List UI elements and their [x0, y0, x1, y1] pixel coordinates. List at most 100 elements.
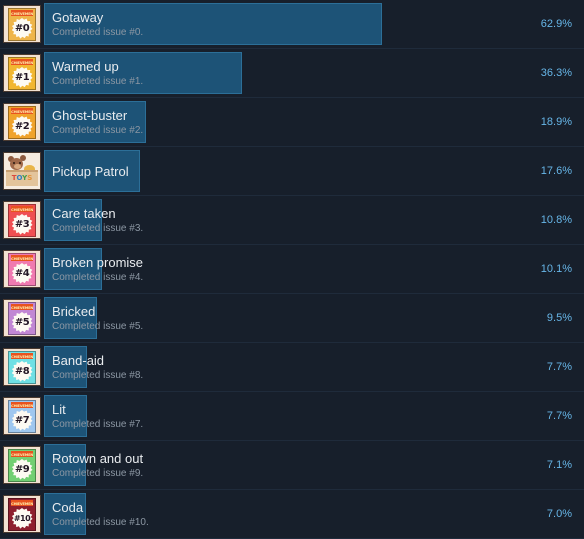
achievement-body: Care taken Completed issue #3. 10.8% — [44, 196, 584, 244]
achievement-name: Ghost-buster — [52, 107, 128, 123]
comic-cover-art: ACHIEVEMENT #3 — [8, 204, 36, 237]
achievement-body: Lit Completed issue #7. 7.7% — [44, 392, 584, 440]
achievement-text: Pickup Patrol — [52, 147, 494, 195]
comic-starburst-icon: #7 — [11, 410, 33, 431]
comic-cover-art: ACHIEVEMENT #9 — [8, 449, 36, 482]
achievement-body: Band-aid Completed issue #8. 7.7% — [44, 343, 584, 391]
comic-issue-4-icon: ACHIEVEMENT #4 — [3, 250, 41, 288]
achievement-description: Completed issue #4. — [52, 271, 144, 283]
comic-issue-8-icon: ACHIEVEMENT #8 — [3, 348, 41, 386]
comic-issue-number: #0 — [14, 22, 30, 34]
achievement-name: Care taken — [52, 205, 116, 221]
achievement-text: Gotaway Completed issue #0. — [52, 0, 494, 48]
bear-muzzle-icon — [14, 164, 21, 169]
achievement-global-percent: 7.7% — [546, 361, 572, 373]
achievement-row[interactable]: TOYS Pickup Patrol 17.6% — [0, 147, 584, 196]
comic-cover-art: ACHIEVEMENT #10 — [8, 498, 36, 531]
achievement-name: Rotown and out — [52, 450, 144, 466]
comic-issue-7-icon: ACHIEVEMENT #7 — [3, 397, 41, 435]
achievement-icon-cell: ACHIEVEMENT #10 — [0, 490, 44, 538]
achievement-icon-cell: ACHIEVEMENT #1 — [0, 49, 44, 97]
comic-cover-art: ACHIEVEMENT #4 — [8, 253, 36, 286]
achievement-row[interactable]: ACHIEVEMENT #7 LitCompleted issue #7. 7.7% — [0, 392, 584, 441]
achievement-description: Completed issue #10. — [52, 516, 149, 528]
achievement-text: Rotown and out Completed issue #9. — [52, 441, 494, 489]
comic-banner: ACHIEVEMENT — [11, 402, 33, 408]
achievement-row[interactable]: ACHIEVEMENT #3 Care takenCompleted issue #… — [0, 196, 584, 245]
comic-cover-art: ACHIEVEMENT #7 — [8, 400, 36, 433]
comic-issue-9-icon: ACHIEVEMENT #9 — [3, 446, 41, 484]
achievement-row[interactable]: ACHIEVEMENT #0 GotawayCompleted issue #0. 6… — [0, 0, 584, 49]
comic-banner-text: ACHIEVEMENT — [11, 206, 33, 212]
comic-banner: ACHIEVEMENT — [11, 304, 33, 310]
achievement-description: Completed issue #0. — [52, 26, 144, 38]
achievement-text: Care taken Completed issue #3. — [52, 196, 494, 244]
achievement-name: Coda — [52, 499, 84, 515]
achievement-row[interactable]: ACHIEVEMENT #9 Rotown and outCompleted iss… — [0, 441, 584, 490]
comic-issue-number: #3 — [14, 218, 30, 230]
achievement-row[interactable]: ACHIEVEMENT #8 Band-aidCompleted issue #8.… — [0, 343, 584, 392]
comic-cover-art: ACHIEVEMENT #0 — [8, 8, 36, 41]
bear-eye-right-icon — [19, 162, 21, 164]
comic-starburst-icon: #8 — [11, 361, 33, 382]
comic-banner: ACHIEVEMENT — [11, 451, 33, 457]
comic-issue-number: #9 — [14, 463, 30, 475]
comic-banner: ACHIEVEMENT — [11, 255, 33, 261]
comic-starburst-icon: #10 — [11, 508, 33, 529]
comic-banner-text: ACHIEVEMENT — [11, 255, 33, 261]
achievement-name: Bricked — [52, 303, 96, 319]
achievement-row[interactable]: ACHIEVEMENT #10 CodaCompleted issue #10. 7.… — [0, 490, 584, 539]
toy-box-icon: TOYS — [6, 170, 38, 186]
achievement-icon-cell: ACHIEVEMENT #0 — [0, 0, 44, 48]
comic-issue-number: #4 — [14, 267, 30, 279]
achievement-global-percent: 7.7% — [546, 410, 572, 422]
comic-starburst-icon: #1 — [11, 67, 33, 88]
achievement-description: Completed issue #8. — [52, 369, 144, 381]
achievement-global-percent: 7.1% — [546, 459, 572, 471]
achievement-row[interactable]: ACHIEVEMENT #1 Warmed upCompleted issue #1… — [0, 49, 584, 98]
comic-banner: ACHIEVEMENT — [11, 108, 33, 114]
comic-issue-2-icon: ACHIEVEMENT #2 — [3, 103, 41, 141]
comic-issue-number: #5 — [14, 316, 30, 328]
achievement-name: Broken promise — [52, 254, 144, 270]
achievement-name: Warmed up — [52, 58, 119, 74]
achievement-body: Pickup Patrol 17.6% — [44, 147, 584, 195]
comic-issue-3-icon: ACHIEVEMENT #3 — [3, 201, 41, 239]
comic-issue-number: #8 — [14, 365, 30, 377]
comic-starburst-icon: #0 — [11, 18, 33, 39]
comic-issue-5-icon: ACHIEVEMENT #5 — [3, 299, 41, 337]
achievement-global-percent: 36.3% — [540, 67, 572, 79]
achievement-icon-cell: ACHIEVEMENT #8 — [0, 343, 44, 391]
comic-cover-art: ACHIEVEMENT #1 — [8, 57, 36, 90]
achievement-global-percent: 9.5% — [546, 312, 572, 324]
achievement-global-percent: 10.8% — [540, 214, 572, 226]
achievement-body: Gotaway Completed issue #0. 62.9% — [44, 0, 584, 48]
achievement-text: Bricked Completed issue #5. — [52, 294, 494, 342]
comic-starburst-icon: #9 — [11, 459, 33, 480]
comic-cover-art: ACHIEVEMENT #5 — [8, 302, 36, 335]
comic-cover-art: ACHIEVEMENT #8 — [8, 351, 36, 384]
comic-starburst-icon: #3 — [11, 214, 33, 235]
comic-banner-text: ACHIEVEMENT — [11, 353, 33, 359]
achievement-description: Completed issue #5. — [52, 320, 144, 332]
achievement-body: Broken promise Completed issue #4. 10.1% — [44, 245, 584, 293]
comic-banner: ACHIEVEMENT — [11, 59, 33, 65]
achievement-description: Completed issue #2. — [52, 124, 144, 136]
achievement-text: Band-aid Completed issue #8. — [52, 343, 494, 391]
achievement-global-percent: 18.9% — [540, 116, 572, 128]
achievement-body: Ghost-buster Completed issue #2. 18.9% — [44, 98, 584, 146]
comic-starburst-icon: #5 — [11, 312, 33, 333]
achievement-text: Broken promise Completed issue #4. — [52, 245, 494, 293]
achievement-row[interactable]: ACHIEVEMENT #5 BrickedCompleted issue #5. 9… — [0, 294, 584, 343]
achievement-icon-cell: ACHIEVEMENT #2 — [0, 98, 44, 146]
comic-banner-text: ACHIEVEMENT — [11, 108, 33, 114]
comic-issue-number: #10 — [13, 513, 31, 523]
comic-cover-art: ACHIEVEMENT #2 — [8, 106, 36, 139]
achievement-name: Band-aid — [52, 352, 105, 368]
comic-banner-text: ACHIEVEMENT — [11, 500, 33, 506]
comic-banner: ACHIEVEMENT — [11, 500, 33, 506]
achievement-row[interactable]: ACHIEVEMENT #4 Broken promiseCompleted iss… — [0, 245, 584, 294]
comic-issue-number: #2 — [14, 120, 30, 132]
achievement-row[interactable]: ACHIEVEMENT #2 Ghost-busterCompleted issue… — [0, 98, 584, 147]
achievement-icon-cell: TOYS — [0, 147, 44, 195]
